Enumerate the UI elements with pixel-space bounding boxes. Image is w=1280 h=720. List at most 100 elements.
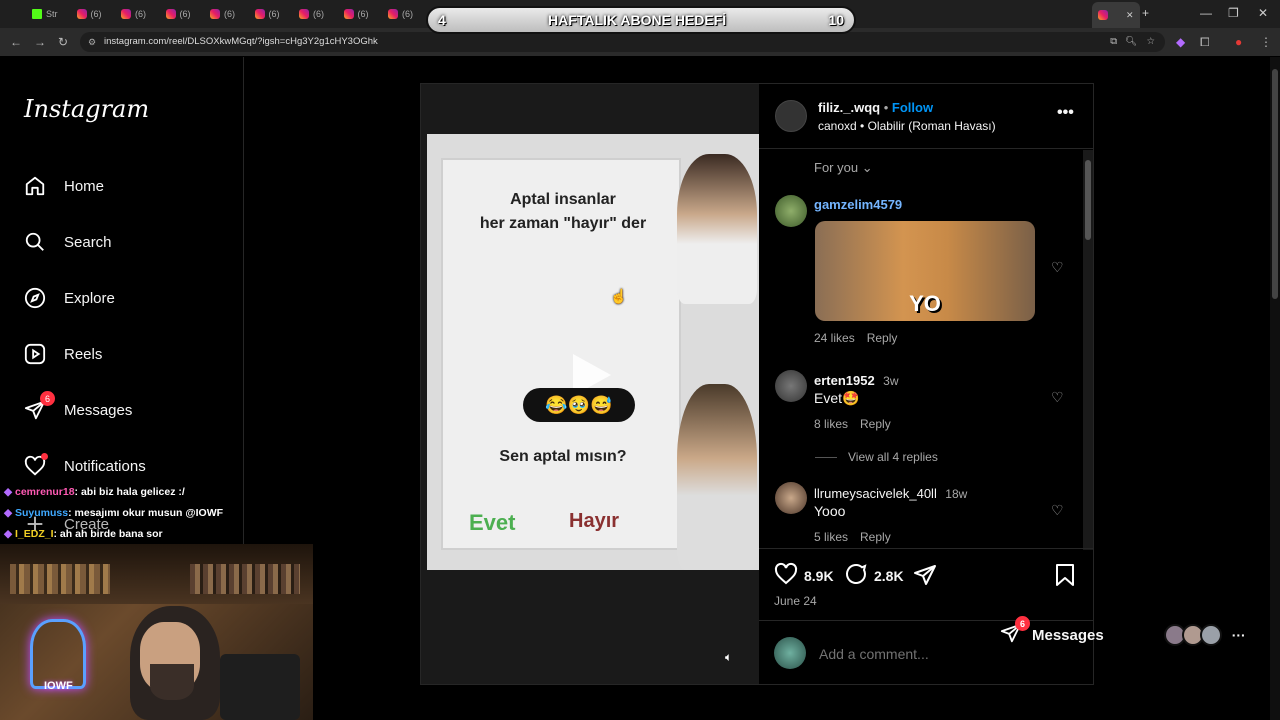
browser-tab[interactable]: (6): [343, 5, 369, 23]
chat-message: ◆ cemrenur18: abi biz hala gelicez :/: [4, 484, 244, 505]
sidebar-item-reels[interactable]: Reels: [24, 343, 102, 365]
close-window-button[interactable]: ✕: [1258, 6, 1268, 20]
comment-username[interactable]: gamzelim4579: [814, 197, 902, 212]
follow-button[interactable]: Follow: [892, 100, 933, 115]
reel-video[interactable]: Aptal insanlar her zaman "hayır" der Sen…: [421, 84, 759, 684]
minimize-button[interactable]: —: [1200, 6, 1212, 20]
browser-tab[interactable]: (6): [121, 5, 146, 23]
author-username[interactable]: filiz._.wqq: [818, 100, 880, 115]
comment-avatar[interactable]: [775, 195, 807, 227]
volume-icon[interactable]: 🔈︎: [725, 650, 732, 665]
header-divider: [759, 148, 1093, 149]
messages-badge: 6: [1015, 616, 1030, 631]
new-tab-button[interactable]: +: [1142, 6, 1149, 20]
comment-gif[interactable]: YO: [815, 221, 1035, 321]
comment-avatar[interactable]: [775, 482, 807, 514]
presenter-top: [677, 154, 757, 304]
comment-count: 2.8K: [874, 567, 904, 584]
back-icon[interactable]: ←: [10, 35, 22, 49]
instagram-favicon-icon: [76, 9, 87, 19]
comment-avatar[interactable]: [775, 370, 807, 402]
sidebar-item-home[interactable]: Home: [24, 175, 104, 197]
browser-tab[interactable]: Str: [32, 5, 58, 23]
instagram-logo[interactable]: Instagram: [24, 95, 149, 123]
comment-sort[interactable]: For you ⌄: [814, 160, 873, 176]
comment-likes[interactable]: 5 likes: [814, 530, 848, 544]
reload-icon[interactable]: ↻: [58, 35, 68, 49]
zoom-icon[interactable]: 🔍︎: [1125, 32, 1137, 52]
goal-target: 10: [828, 12, 844, 28]
comment-likes[interactable]: 8 likes: [814, 417, 848, 431]
reply-button[interactable]: Reply: [867, 331, 898, 345]
more-options-icon[interactable]: •••: [1057, 104, 1074, 122]
save-icon[interactable]: [1054, 563, 1076, 592]
site-info-icon[interactable]: ⚙: [88, 32, 96, 52]
install-icon[interactable]: ⧉: [1110, 32, 1117, 52]
sidebar-item-search[interactable]: Search: [24, 231, 112, 253]
chat-text: : ah ah birde bana sor: [53, 528, 163, 540]
goal-current: 4: [438, 12, 446, 28]
browser-tab-active[interactable]: ✕: [1092, 2, 1140, 28]
post-date: June 24: [774, 594, 817, 608]
comment-like-icon[interactable]: ♡: [1051, 502, 1064, 519]
home-icon: [24, 175, 46, 197]
chat-username: cemrenur18: [15, 486, 75, 498]
gif-caption: YO: [909, 291, 941, 316]
browser-tab[interactable]: (6): [210, 5, 235, 23]
comment-bubble-icon[interactable]: [844, 562, 868, 589]
bookmark-star-icon[interactable]: ☆: [1146, 32, 1155, 52]
browser-tab[interactable]: (6): [76, 5, 102, 23]
url-field[interactable]: ⚙ instagram.com/reel/DLSOXkwMGqt/?igsh=c…: [80, 32, 1165, 52]
comment-username[interactable]: erten1952: [814, 373, 875, 388]
instagram-favicon-icon: [343, 9, 354, 19]
browser-tab[interactable]: (6): [165, 5, 191, 23]
sidebar-item-notifications[interactable]: Notifications: [24, 453, 146, 477]
sidebar-item-messages[interactable]: 6 Messages: [24, 391, 132, 421]
post-header: filiz._.wqq • Follow: [818, 100, 934, 115]
like-action[interactable]: 8.9K: [774, 562, 834, 589]
close-tab-icon[interactable]: ✕: [1126, 10, 1134, 21]
compass-icon: [24, 287, 46, 309]
comments-scrollbar[interactable]: [1083, 150, 1093, 550]
extension-icon[interactable]: ◆: [1176, 35, 1185, 49]
audio-label[interactable]: canoxd • Olabilir (Roman Havası): [818, 119, 996, 133]
browser-tab[interactable]: (6): [388, 5, 413, 23]
comment-likes[interactable]: 24 likes: [814, 331, 855, 345]
profile-icon[interactable]: ●: [1235, 35, 1242, 49]
reels-icon: [24, 343, 46, 365]
comment-username[interactable]: llrumeysacivelek_40ll: [814, 486, 937, 501]
comment-action[interactable]: 2.8K: [844, 562, 904, 589]
messages-badge: 6: [40, 391, 55, 406]
reply-button[interactable]: Reply: [860, 417, 891, 431]
browser-tab[interactable]: (6): [254, 5, 280, 23]
forward-icon[interactable]: →: [34, 35, 46, 49]
tab-label: (6): [402, 9, 413, 19]
scrollbar-thumb[interactable]: [1085, 160, 1091, 240]
comment-like-icon[interactable]: ♡: [1051, 259, 1064, 276]
comment-like-icon[interactable]: ♡: [1051, 389, 1064, 406]
comment-header: erten1952 3w: [814, 372, 899, 390]
mouse-cursor-icon: ☝: [610, 288, 628, 304]
more-icon[interactable]: ···: [1232, 627, 1246, 643]
sidebar-item-explore[interactable]: Explore: [24, 287, 115, 309]
comment-meta: 8 likes Reply: [814, 417, 891, 431]
author-avatar[interactable]: [775, 100, 807, 132]
add-comment-input[interactable]: Add a comment...: [819, 646, 929, 662]
extensions-puzzle-icon[interactable]: ⧠: [1200, 35, 1210, 50]
sidebar-item-label: Home: [64, 177, 105, 195]
like-heart-icon[interactable]: [774, 562, 798, 589]
comment-time: 18w: [945, 487, 968, 501]
browser-tab[interactable]: (6): [299, 5, 324, 23]
maximize-button[interactable]: ❐: [1228, 6, 1239, 20]
menu-kebab-icon[interactable]: ⋮: [1260, 35, 1272, 49]
messages-float-bar[interactable]: 6 Messages ···: [1000, 615, 1246, 655]
books: [10, 564, 110, 594]
page-scrollbar-thumb[interactable]: [1272, 69, 1278, 299]
comment-meta: 24 likes Reply: [814, 331, 897, 345]
tab-label: (6): [357, 9, 369, 19]
reply-button[interactable]: Reply: [860, 530, 891, 544]
view-replies-button[interactable]: View all 4 replies: [848, 450, 938, 464]
share-icon[interactable]: [913, 563, 937, 592]
tab-label: (6): [90, 9, 102, 19]
page-scrollbar[interactable]: [1270, 57, 1280, 720]
